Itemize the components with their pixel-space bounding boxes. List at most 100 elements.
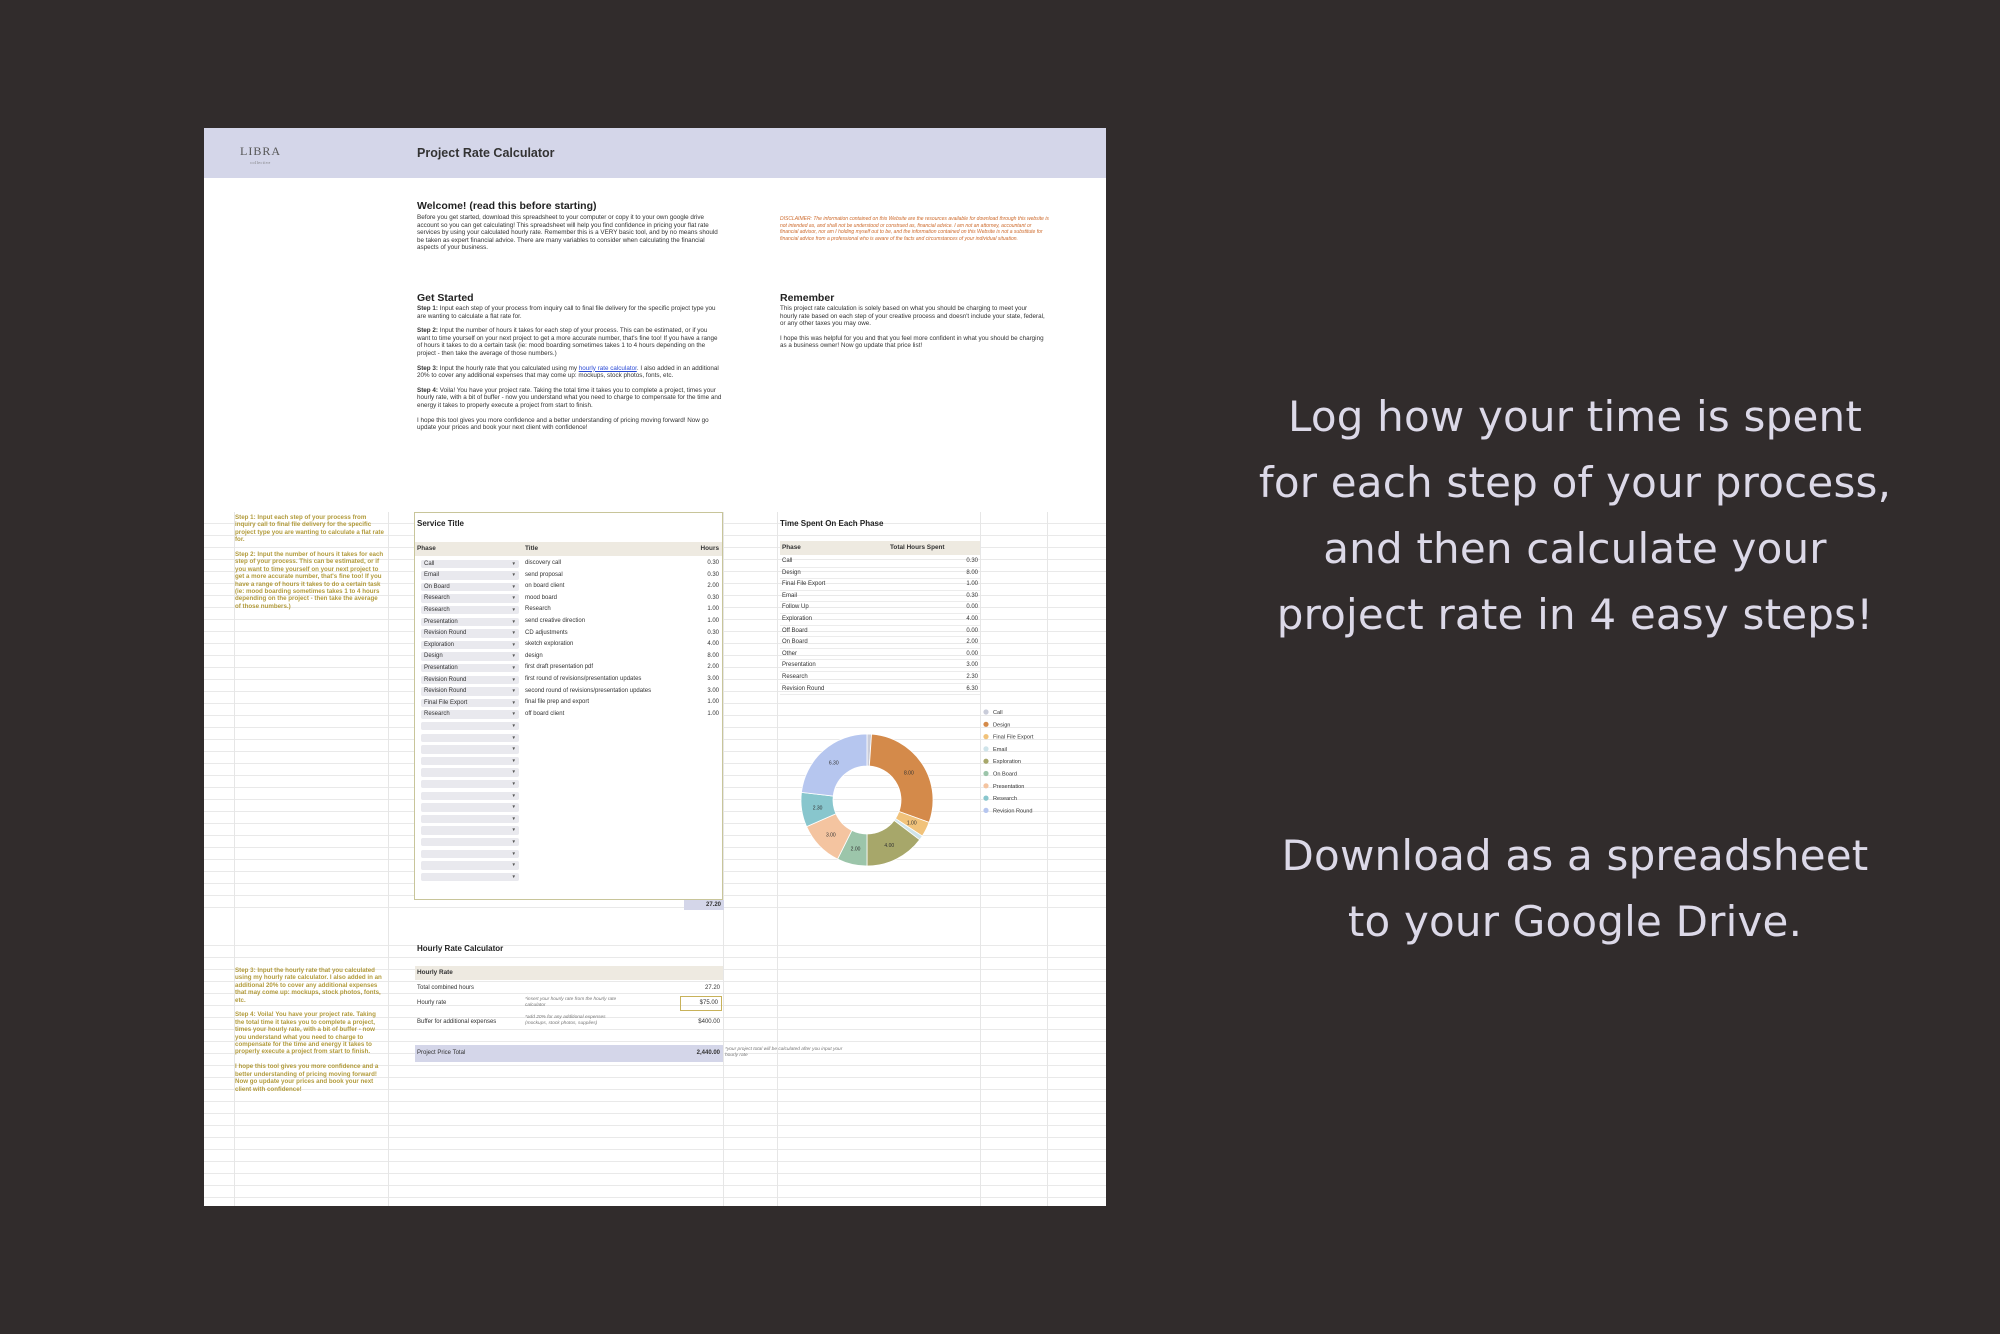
task-hours[interactable]: 2.00 — [707, 583, 719, 589]
chevron-down-icon[interactable]: ▼ — [512, 699, 516, 708]
chevron-down-icon[interactable]: ▼ — [512, 629, 516, 638]
chevron-down-icon[interactable]: ▼ — [512, 838, 516, 847]
phase-dropdown[interactable]: Research ▼ — [421, 710, 519, 719]
task-hours[interactable]: 1.00 — [707, 618, 719, 624]
table-row: ▼ — [415, 732, 722, 744]
phase-dropdown[interactable]: Design ▼ — [421, 652, 519, 661]
side-notes-steps-3-4: Step 3: Input the hourly rate that you c… — [235, 967, 382, 1093]
task-hours[interactable]: 1.00 — [707, 711, 719, 717]
slice-label: 1.00 — [907, 820, 917, 826]
promo-line: and then calculate your — [1323, 524, 1827, 573]
hourly-rate-calculator-link[interactable]: hourly rate calculator — [579, 365, 637, 372]
phase-dropdown[interactable]: ▼ — [421, 768, 519, 777]
phase-dropdown[interactable]: Final File Export ▼ — [421, 698, 519, 708]
phase-dropdown[interactable]: ▼ — [421, 791, 519, 801]
phase-dropdown[interactable]: ▼ — [421, 756, 519, 766]
legend-swatch — [983, 783, 989, 789]
sheet-title: Project Rate Calculator — [417, 146, 555, 160]
phase-dropdown[interactable]: Presentation ▼ — [421, 617, 519, 627]
phase-dropdown[interactable]: ▼ — [421, 733, 519, 743]
task-hours[interactable]: 2.00 — [707, 664, 719, 670]
legend-swatch — [983, 709, 989, 715]
task-title[interactable]: final file prep and export — [525, 699, 589, 705]
chevron-down-icon[interactable]: ▼ — [512, 583, 516, 592]
chevron-down-icon[interactable]: ▼ — [512, 710, 516, 719]
task-title[interactable]: second round of revisions/presentation u… — [525, 688, 651, 694]
chevron-down-icon[interactable]: ▼ — [512, 618, 516, 627]
task-hours[interactable]: 3.00 — [707, 676, 719, 682]
phase-dropdown[interactable]: Email ▼ — [421, 571, 519, 580]
task-title[interactable]: Research — [525, 606, 551, 612]
chevron-down-icon[interactable]: ▼ — [512, 676, 516, 685]
phase-dropdown[interactable]: ▼ — [421, 814, 519, 824]
phase-dropdown[interactable]: ▼ — [421, 779, 519, 789]
task-title[interactable]: first draft presentation pdf — [525, 664, 593, 670]
phase-dropdown[interactable]: ▼ — [421, 721, 519, 731]
task-hours[interactable]: 0.30 — [707, 560, 719, 566]
phase-dropdown[interactable]: Call ▼ — [421, 559, 519, 569]
table-row: Design 8.00 — [780, 568, 980, 580]
phase-dropdown[interactable]: ▼ — [421, 745, 519, 754]
chevron-down-icon[interactable]: ▼ — [512, 815, 516, 824]
chevron-down-icon[interactable]: ▼ — [512, 606, 516, 615]
task-title[interactable]: on board client — [525, 583, 564, 589]
task-hours[interactable]: 1.00 — [707, 699, 719, 705]
chevron-down-icon[interactable]: ▼ — [512, 792, 516, 801]
chevron-down-icon[interactable]: ▼ — [512, 687, 516, 696]
legend-label: Email — [993, 747, 1007, 753]
task-title[interactable]: design — [525, 653, 543, 659]
phase-dropdown[interactable]: On Board ▼ — [421, 582, 519, 592]
step-4: Step 4: Voila! You have your project rat… — [417, 386, 722, 409]
chevron-down-icon[interactable]: ▼ — [512, 803, 516, 812]
chevron-down-icon[interactable]: ▼ — [512, 641, 516, 650]
phase-dropdown[interactable]: ▼ — [421, 837, 519, 847]
chevron-down-icon[interactable]: ▼ — [512, 734, 516, 743]
phase-dropdown[interactable]: Research ▼ — [421, 594, 519, 603]
chevron-down-icon[interactable]: ▼ — [512, 861, 516, 870]
chevron-down-icon[interactable]: ▼ — [512, 780, 516, 789]
task-title[interactable]: send proposal — [525, 572, 563, 578]
phase-dropdown[interactable]: ▼ — [421, 861, 519, 870]
chevron-down-icon[interactable]: ▼ — [512, 652, 516, 661]
phase-dropdown[interactable]: ▼ — [421, 803, 519, 812]
phase-dropdown[interactable]: Research ▼ — [421, 605, 519, 615]
task-hours[interactable]: 0.30 — [707, 572, 719, 578]
task-title[interactable]: first round of revisions/presentation up… — [525, 676, 641, 682]
phase-dropdown[interactable]: Revision Round ▼ — [421, 675, 519, 685]
chevron-down-icon[interactable]: ▼ — [512, 664, 516, 673]
phase-dropdown[interactable]: Revision Round ▼ — [421, 687, 519, 696]
chevron-down-icon[interactable]: ▼ — [512, 873, 516, 882]
hourly-rate-input[interactable]: $75.00 — [680, 996, 722, 1011]
phase-dropdown[interactable]: ▼ — [421, 826, 519, 835]
phase-dropdown[interactable]: Presentation ▼ — [421, 663, 519, 673]
chevron-down-icon[interactable]: ▼ — [512, 826, 516, 835]
chevron-down-icon[interactable]: ▼ — [512, 571, 516, 580]
phase-dropdown[interactable]: ▼ — [421, 872, 519, 882]
chevron-down-icon[interactable]: ▼ — [512, 757, 516, 766]
phase-dropdown[interactable]: ▼ — [421, 849, 519, 859]
phase-dropdown[interactable]: Revision Round ▼ — [421, 629, 519, 638]
task-title[interactable]: off board client — [525, 711, 564, 717]
chevron-down-icon[interactable]: ▼ — [512, 745, 516, 754]
task-title[interactable]: send creative direction — [525, 618, 585, 624]
phase-dropdown[interactable]: Exploration ▼ — [421, 640, 519, 650]
task-title[interactable]: sketch exploration — [525, 641, 573, 647]
task-title[interactable]: mood board — [525, 595, 557, 601]
task-hours[interactable]: 4.00 — [707, 641, 719, 647]
chevron-down-icon[interactable]: ▼ — [512, 722, 516, 731]
task-title[interactable]: CD adjustments — [525, 630, 568, 636]
task-title[interactable]: discovery call — [525, 560, 561, 566]
chevron-down-icon[interactable]: ▼ — [512, 850, 516, 859]
phase-name: Research — [782, 674, 808, 680]
chevron-down-icon[interactable]: ▼ — [512, 768, 516, 777]
task-hours[interactable]: 0.30 — [707, 595, 719, 601]
chevron-down-icon[interactable]: ▼ — [512, 560, 516, 569]
task-hours[interactable]: 1.00 — [707, 606, 719, 612]
task-hours[interactable]: 8.00 — [707, 653, 719, 659]
phase-hours: 6.30 — [966, 685, 978, 692]
col-phase: Phase — [782, 544, 801, 551]
task-hours[interactable]: 0.30 — [707, 630, 719, 636]
task-hours[interactable]: 3.00 — [707, 688, 719, 694]
service-title[interactable]: Service Title — [417, 519, 464, 528]
chevron-down-icon[interactable]: ▼ — [512, 594, 516, 603]
